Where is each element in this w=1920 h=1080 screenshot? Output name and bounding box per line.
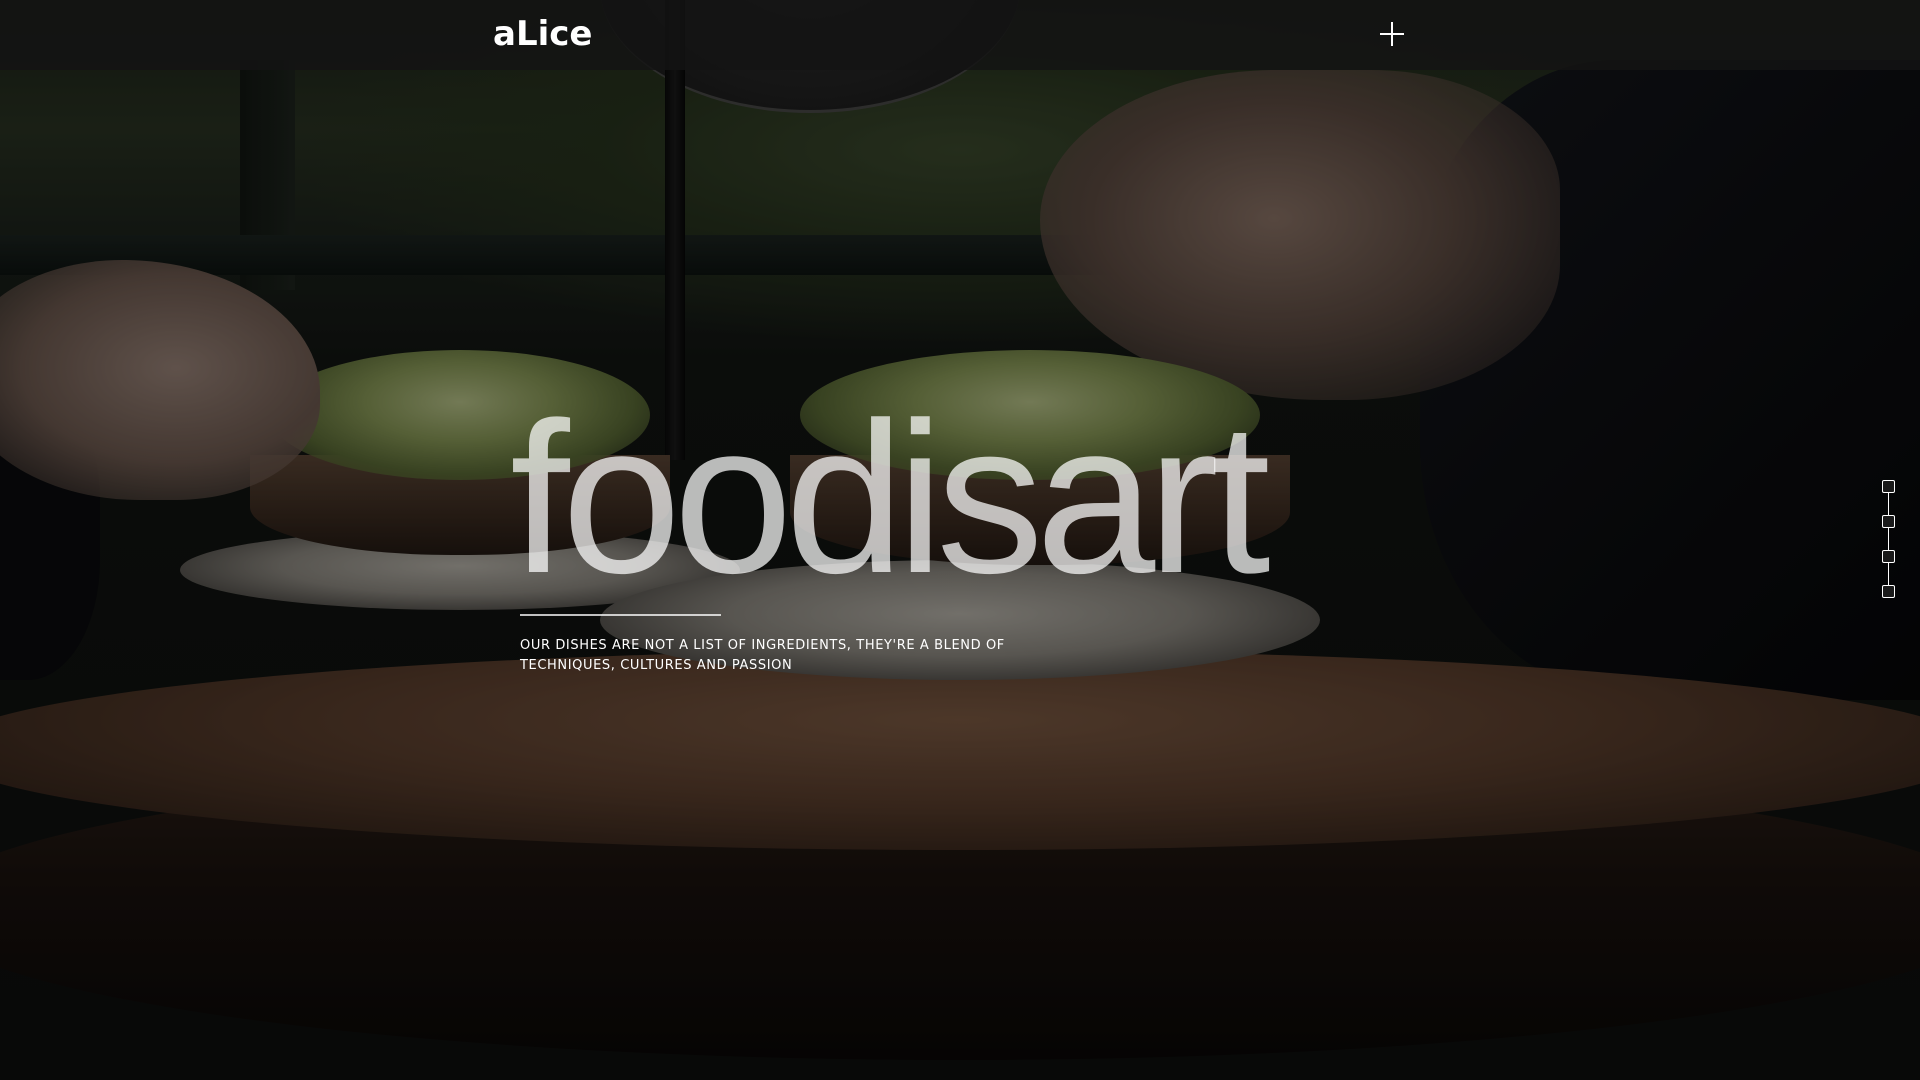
plus-icon[interactable] — [1380, 22, 1404, 46]
pager-dot-4[interactable] — [1882, 585, 1895, 598]
hero-subtitle-line-1: OUR DISHES ARE NOT A LIST OF INGREDIENTS… — [520, 638, 1005, 653]
hero-divider — [520, 614, 721, 616]
site-logo[interactable]: aLice — [493, 14, 592, 54]
site-header: aLice — [0, 0, 1920, 70]
hero-title: foodisart — [510, 377, 1271, 618]
pager-line — [1888, 487, 1889, 595]
hero-subtitle: OUR DISHES ARE NOT A LIST OF INGREDIENTS… — [520, 636, 1040, 676]
hero-subtitle-line-2: TECHNIQUES, CULTURES AND PASSION — [520, 658, 793, 673]
pager-dot-2[interactable] — [1882, 515, 1895, 528]
page: aLice foodisart OUR DISHES ARE NOT A LIS… — [0, 0, 1920, 1080]
pager-dot-3[interactable] — [1882, 550, 1895, 563]
pager-dot-1[interactable] — [1882, 480, 1895, 493]
section-pager — [1882, 480, 1896, 602]
